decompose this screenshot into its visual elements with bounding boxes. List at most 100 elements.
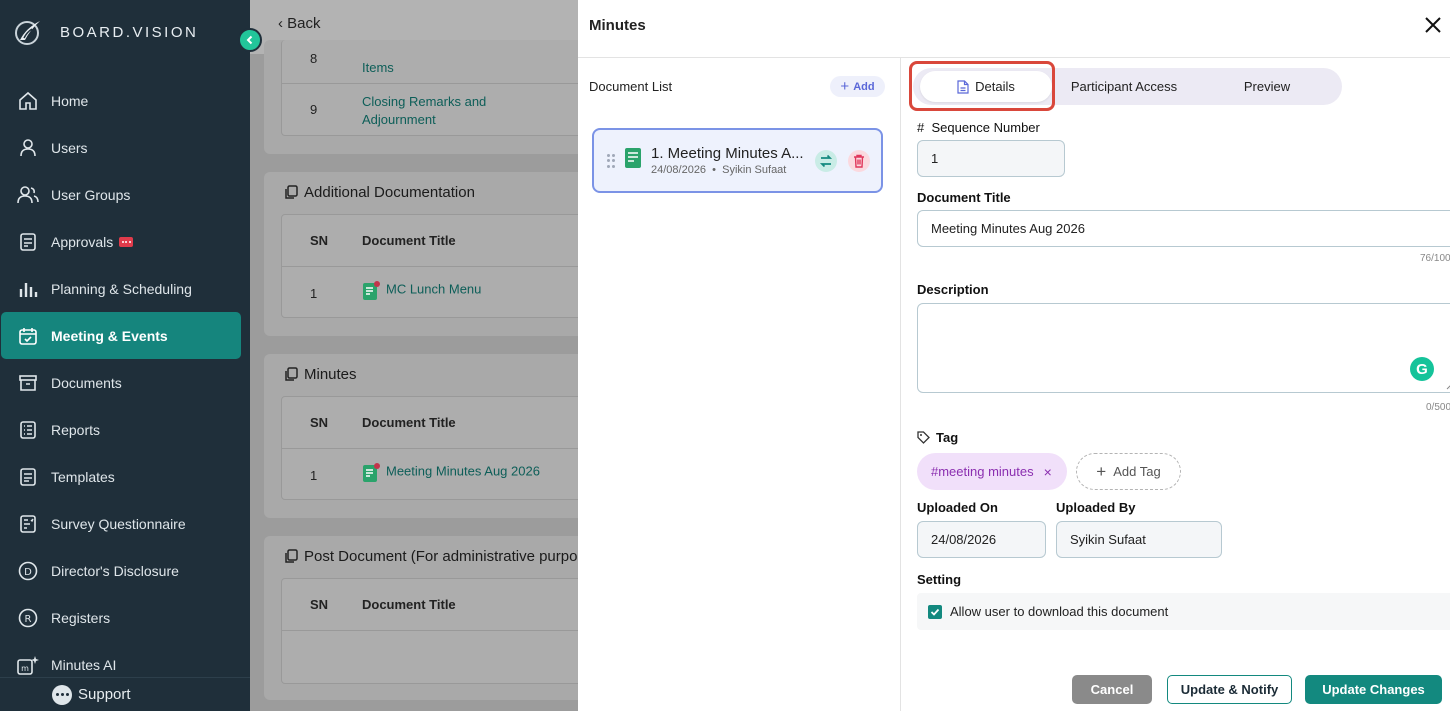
- download-setting: Allow user to download this document: [917, 593, 1450, 630]
- agenda-table: 8 Items 9 Closing Remarks and Adjournmen…: [281, 40, 578, 136]
- row-title-link[interactable]: MC Lunch Menu: [362, 281, 482, 300]
- svg-text:R: R: [25, 614, 32, 625]
- sidebar-item-home[interactable]: Home: [0, 77, 250, 124]
- brand[interactable]: BOARD.VISION: [14, 18, 198, 46]
- additional-documentation-card: Additional Documentation SN Document Tit…: [264, 172, 578, 336]
- column-header-sn: SN: [310, 415, 329, 430]
- sidebar-item-planning[interactable]: Planning & Scheduling: [0, 265, 250, 312]
- uploaded-by-field: Syikin Sufaat: [1056, 521, 1222, 558]
- sidebar-item-label: Home: [51, 92, 89, 109]
- add-label: Add: [853, 80, 875, 93]
- sidebar-item-approvals[interactable]: Approvals: [0, 218, 250, 265]
- sidebar-item-users[interactable]: Users: [0, 124, 250, 171]
- table-header: SN Document Title: [282, 215, 578, 267]
- sequence-number-input[interactable]: 1: [917, 140, 1065, 177]
- cancel-button[interactable]: Cancel: [1072, 675, 1152, 704]
- table-header: SN Document Title: [282, 579, 578, 631]
- sidebar-item-label: Minutes AI: [51, 656, 117, 673]
- back-button[interactable]: ‹ Back: [278, 15, 321, 32]
- allow-download-label: Allow user to download this document: [950, 604, 1169, 619]
- d-circle-icon: D: [17, 560, 39, 582]
- approvals-icon: [17, 231, 39, 253]
- drag-handle-icon[interactable]: [607, 154, 615, 168]
- sidebar-item-label: Meeting & Events: [51, 327, 168, 344]
- row-title[interactable]: Closing Remarks and Adjournment: [362, 93, 512, 129]
- board-vision-logo-icon: [15, 21, 40, 45]
- tab-participant-access[interactable]: Participant Access: [1056, 68, 1192, 105]
- column-header-title: Document Title: [362, 233, 456, 248]
- svg-text:m: m: [21, 664, 29, 673]
- row-sn: 8: [310, 51, 318, 66]
- description-label: Description: [917, 282, 989, 297]
- sidebar-item-label: Survey Questionnaire: [51, 515, 186, 532]
- sidebar-item-templates[interactable]: Templates: [0, 453, 250, 500]
- tag-icon: [917, 431, 930, 444]
- row-title-link[interactable]: Meeting Minutes Aug 2026: [362, 463, 540, 482]
- sidebar-item-label: Reports: [51, 421, 101, 438]
- sidebar-item-user-groups[interactable]: User Groups: [0, 171, 250, 218]
- survey-icon: [17, 513, 39, 535]
- svg-text:D: D: [24, 567, 32, 578]
- documents-table: SN Document Title: [281, 578, 578, 684]
- section-title: Minutes: [284, 366, 357, 383]
- tag-label: Tag: [917, 430, 958, 445]
- support-label: Support: [78, 686, 131, 703]
- user-group-icon: [17, 184, 39, 206]
- resize-handle-icon[interactable]: [1446, 382, 1450, 390]
- collapse-sidebar-button[interactable]: [238, 28, 262, 52]
- copy-icon: [285, 549, 298, 563]
- document-icon: [362, 463, 380, 482]
- trash-icon: [854, 154, 864, 168]
- add-document-button[interactable]: + Add: [830, 76, 885, 97]
- sidebar-item-label: Approvals: [51, 233, 114, 250]
- sidebar-item-reports[interactable]: Reports: [0, 406, 250, 453]
- document-date: 24/08/2026: [651, 164, 707, 176]
- sidebar-item-label: Planning & Scheduling: [51, 280, 192, 297]
- chevron-left-icon: ‹: [278, 15, 288, 32]
- close-icon[interactable]: [1424, 16, 1442, 34]
- tab-preview[interactable]: Preview: [1196, 68, 1338, 105]
- uploaded-on-label: Uploaded On: [917, 500, 998, 515]
- sidebar-item-documents[interactable]: Documents: [0, 359, 250, 406]
- documents-table: SN Document Title 1 Meeting Minutes Aug …: [281, 396, 578, 500]
- remove-tag-icon[interactable]: ×: [1044, 464, 1052, 480]
- sidebar-item-survey[interactable]: Survey Questionnaire: [0, 500, 250, 547]
- delete-button[interactable]: [848, 150, 870, 172]
- label-text: Tag: [936, 430, 959, 445]
- swap-button[interactable]: [815, 150, 837, 172]
- add-tag-button[interactable]: + Add Tag: [1076, 453, 1181, 490]
- user-icon: [17, 137, 39, 159]
- column-header-sn: SN: [310, 233, 329, 248]
- sidebar-item-directors-disclosure[interactable]: D Director's Disclosure: [0, 547, 250, 594]
- update-changes-button[interactable]: Update Changes: [1305, 675, 1442, 704]
- document-icon: [625, 148, 641, 168]
- sidebar-item-label: Registers: [51, 609, 111, 626]
- allow-download-checkbox[interactable]: [928, 604, 942, 619]
- documents-table: SN Document Title 1 MC Lunch Menu: [281, 214, 578, 318]
- grammarly-icon[interactable]: G: [1410, 357, 1434, 381]
- document-list-item[interactable]: 1. Meeting Minutes A... 24/08/2026 • Syi…: [592, 128, 883, 193]
- tab-label: Preview: [1243, 79, 1291, 94]
- brand-name: BOARD.VISION: [60, 23, 199, 41]
- report-icon: [17, 419, 39, 441]
- panel-header: Minutes: [578, 0, 1450, 58]
- sidebar-item-registers[interactable]: R Registers: [0, 594, 250, 641]
- row-sn: 9: [310, 102, 318, 117]
- sidebar-item-meeting-events[interactable]: Meeting & Events: [1, 312, 241, 359]
- update-notify-button[interactable]: Update & Notify: [1167, 675, 1292, 704]
- document-meta: 24/08/2026 • Syikin Sufaat: [651, 164, 786, 176]
- back-label: Back: [287, 15, 321, 32]
- document-title-input[interactable]: Meeting Minutes Aug 2026: [917, 210, 1450, 247]
- section-title: Additional Documentation: [284, 184, 475, 201]
- description-textarea[interactable]: G: [917, 303, 1450, 393]
- document-icon: [362, 281, 380, 300]
- panel-title: Minutes: [589, 17, 646, 34]
- row-sn: 1: [310, 468, 318, 483]
- minutes-panel: Minutes Document List + Add 1. Meeting M…: [578, 0, 1450, 711]
- support-button[interactable]: Support: [0, 677, 250, 711]
- row-title: MC Lunch Menu: [386, 281, 482, 297]
- table-row: 1 MC Lunch Menu: [282, 267, 578, 319]
- tag-chip[interactable]: #meeting minutes ×: [917, 453, 1067, 490]
- archive-icon: [17, 372, 39, 394]
- row-title[interactable]: Items: [362, 60, 394, 75]
